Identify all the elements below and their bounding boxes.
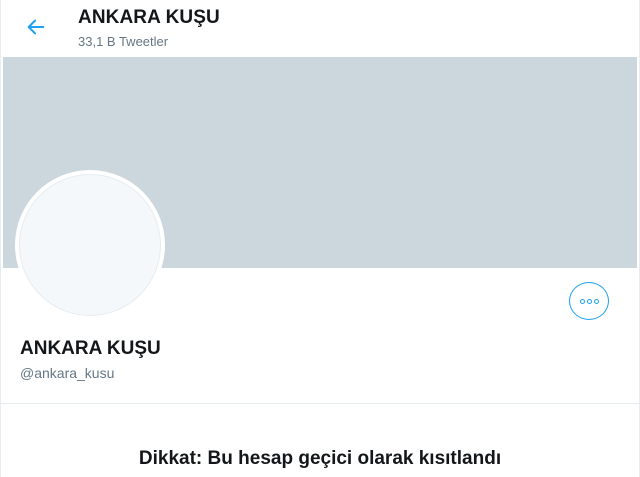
avatar[interactable] (15, 170, 165, 320)
dot (586, 298, 592, 304)
arrow-left-icon (27, 19, 45, 35)
header-bar: ANKARA KUŞU 33,1 B Tweetler (1, 0, 639, 56)
more-icon (579, 298, 599, 304)
avatar-image (19, 174, 161, 316)
profile-handle: @ankara_kusu (20, 365, 115, 381)
header-title: ANKARA KUŞU (78, 7, 220, 28)
profile-page: ANKARA KUŞU 33,1 B Tweetler ANKARA KUŞU … (0, 0, 640, 477)
back-button[interactable] (21, 12, 51, 42)
tweet-count: 33,1 B Tweetler (78, 34, 169, 49)
dot (593, 298, 599, 304)
more-options-button[interactable] (569, 282, 609, 320)
restriction-notice: Dikkat: Bu hesap geçici olarak kısıtland… (138, 448, 502, 469)
dot (579, 298, 585, 304)
profile-name: ANKARA KUŞU (20, 338, 161, 359)
divider (1, 403, 639, 404)
